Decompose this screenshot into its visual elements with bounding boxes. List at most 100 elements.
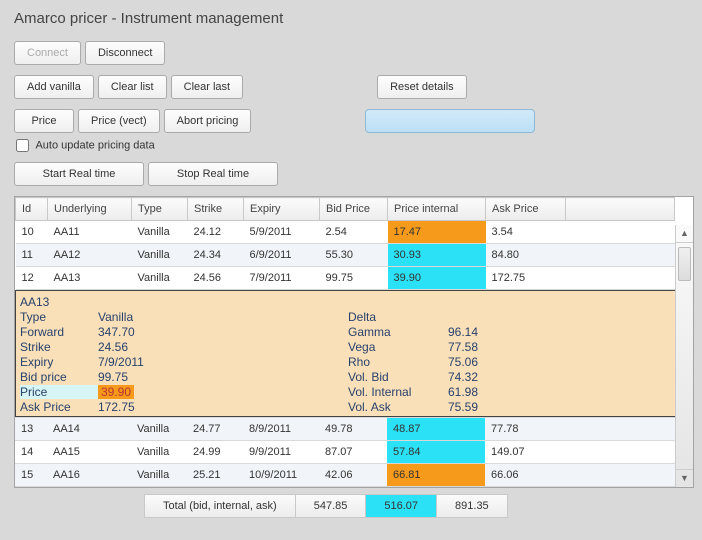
cell-internal: 30.93 <box>388 244 486 267</box>
cell-id: 15 <box>15 464 47 487</box>
cell-expiry: 9/9/2011 <box>243 441 319 464</box>
abort-pricing-button[interactable]: Abort pricing <box>164 109 252 133</box>
scroll-down-icon[interactable]: ▼ <box>676 469 693 487</box>
table-row[interactable]: 14AA15Vanilla24.999/9/201187.0757.84149.… <box>15 441 675 464</box>
page-title: Amarco pricer - Instrument management <box>14 10 688 27</box>
price-button[interactable]: Price <box>14 109 74 133</box>
cell-expiry: 10/9/2011 <box>243 464 319 487</box>
cell-type: Vanilla <box>132 267 188 290</box>
reset-details-button[interactable]: Reset details <box>377 75 467 99</box>
detail-ask-label: Ask Price <box>20 400 98 414</box>
cell-internal: 48.87 <box>387 418 485 441</box>
cell-strike: 24.12 <box>188 221 244 244</box>
detail-expiry-label: Expiry <box>20 355 98 369</box>
cell-expiry: 5/9/2011 <box>244 221 320 244</box>
table-row[interactable]: 15AA16Vanilla25.2110/9/201142.0666.8166.… <box>15 464 675 487</box>
table-row[interactable]: 12AA13Vanilla24.567/9/201199.7539.90172.… <box>16 267 675 290</box>
totals-ask: 891.35 <box>437 495 507 517</box>
col-id[interactable]: Id <box>16 198 48 221</box>
cell-bid: 2.54 <box>320 221 388 244</box>
detail-bid-label: Bid price <box>20 370 98 384</box>
instrument-grid: Id Underlying Type Strike Expiry Bid Pri… <box>14 196 694 488</box>
cell-type: Vanilla <box>131 441 187 464</box>
cell-ask: 84.80 <box>486 244 566 267</box>
col-ask[interactable]: Ask Price <box>486 198 566 221</box>
col-internal[interactable]: Price internal <box>388 198 486 221</box>
detail-price-value: 39.90 <box>98 385 134 399</box>
cell-ask: 3.54 <box>486 221 566 244</box>
realtime-toolbar: Start Real time Stop Real time <box>14 162 688 186</box>
cell-internal: 66.81 <box>387 464 485 487</box>
connect-button[interactable]: Connect <box>14 41 81 65</box>
totals-label: Total (bid, internal, ask) <box>145 495 296 517</box>
cell-id: 13 <box>15 418 47 441</box>
cell-strike: 24.77 <box>187 418 243 441</box>
cell-id: 14 <box>15 441 47 464</box>
cell-bid: 42.06 <box>319 464 387 487</box>
cell-underlying: AA12 <box>48 244 132 267</box>
clear-last-button[interactable]: Clear last <box>171 75 243 99</box>
pricing-toolbar: Price Price (vect) Abort pricing Auto up… <box>14 109 688 152</box>
totals-row: Total (bid, internal, ask) 547.85 516.07… <box>14 494 694 518</box>
detail-volbid-value: 74.32 <box>448 370 538 384</box>
scroll-up-icon[interactable]: ▲ <box>676 225 693 243</box>
col-strike[interactable]: Strike <box>188 198 244 221</box>
detail-delta-label: Delta <box>348 310 448 324</box>
cell-ask: 149.07 <box>485 441 565 464</box>
cell-id: 12 <box>16 267 48 290</box>
cell-underlying: AA15 <box>47 441 131 464</box>
table-row[interactable]: 10AA11Vanilla24.125/9/20112.5417.473.54 <box>16 221 675 244</box>
progress-bar <box>365 109 535 133</box>
col-spacer <box>566 198 675 221</box>
cell-internal: 17.47 <box>388 221 486 244</box>
detail-type-label: Type <box>20 310 98 324</box>
detail-volint-value: 61.98 <box>448 385 538 399</box>
detail-volint-label: Vol. Internal <box>348 385 448 399</box>
cell-expiry: 6/9/2011 <box>244 244 320 267</box>
auto-update-label: Auto update pricing data <box>35 139 154 151</box>
detail-ask-value: 172.75 <box>98 400 348 414</box>
col-type[interactable]: Type <box>132 198 188 221</box>
col-expiry[interactable]: Expiry <box>244 198 320 221</box>
cell-strike: 24.99 <box>187 441 243 464</box>
cell-ask: 77.78 <box>485 418 565 441</box>
scroll-thumb[interactable] <box>678 247 691 281</box>
detail-rho-label: Rho <box>348 355 448 369</box>
grid-scrollbar[interactable]: ▲ ▼ <box>675 225 693 487</box>
table-row[interactable]: 13AA14Vanilla24.778/9/201149.7848.8777.7… <box>15 418 675 441</box>
cell-underlying: AA11 <box>48 221 132 244</box>
clear-list-button[interactable]: Clear list <box>98 75 167 99</box>
cell-bid: 87.07 <box>319 441 387 464</box>
col-underlying[interactable]: Underlying <box>48 198 132 221</box>
add-vanilla-button[interactable]: Add vanilla <box>14 75 94 99</box>
cell-type: Vanilla <box>131 418 187 441</box>
detail-price-label: Price <box>20 385 98 399</box>
cell-underlying: AA14 <box>47 418 131 441</box>
detail-delta-value <box>448 310 538 324</box>
cell-expiry: 7/9/2011 <box>244 267 320 290</box>
cell-ask: 172.75 <box>486 267 566 290</box>
detail-bid-value: 99.75 <box>98 370 348 384</box>
connection-toolbar: Connect Disconnect <box>14 41 688 65</box>
detail-gamma-label: Gamma <box>348 325 448 339</box>
cell-id: 11 <box>16 244 48 267</box>
cell-type: Vanilla <box>131 464 187 487</box>
detail-expiry-value: 7/9/2011 <box>98 355 348 369</box>
auto-update-checkbox[interactable] <box>16 139 29 152</box>
disconnect-button[interactable]: Disconnect <box>85 41 165 65</box>
totals-internal: 516.07 <box>366 495 437 517</box>
detail-volask-value: 75.59 <box>448 400 538 414</box>
detail-forward-label: Forward <box>20 325 98 339</box>
col-bid[interactable]: Bid Price <box>320 198 388 221</box>
price-vect-button[interactable]: Price (vect) <box>78 109 160 133</box>
cell-bid: 49.78 <box>319 418 387 441</box>
detail-rho-value: 75.06 <box>448 355 538 369</box>
cell-underlying: AA16 <box>47 464 131 487</box>
stop-realtime-button[interactable]: Stop Real time <box>148 162 278 186</box>
start-realtime-button[interactable]: Start Real time <box>14 162 144 186</box>
detail-panel: AA13 Type Vanilla Delta Forward 347.70 G… <box>15 290 693 417</box>
table-row[interactable]: 11AA12Vanilla24.346/9/201155.3030.9384.8… <box>16 244 675 267</box>
cell-ask: 66.06 <box>485 464 565 487</box>
detail-price-cell: 39.90 <box>98 385 348 399</box>
cell-strike: 24.34 <box>188 244 244 267</box>
